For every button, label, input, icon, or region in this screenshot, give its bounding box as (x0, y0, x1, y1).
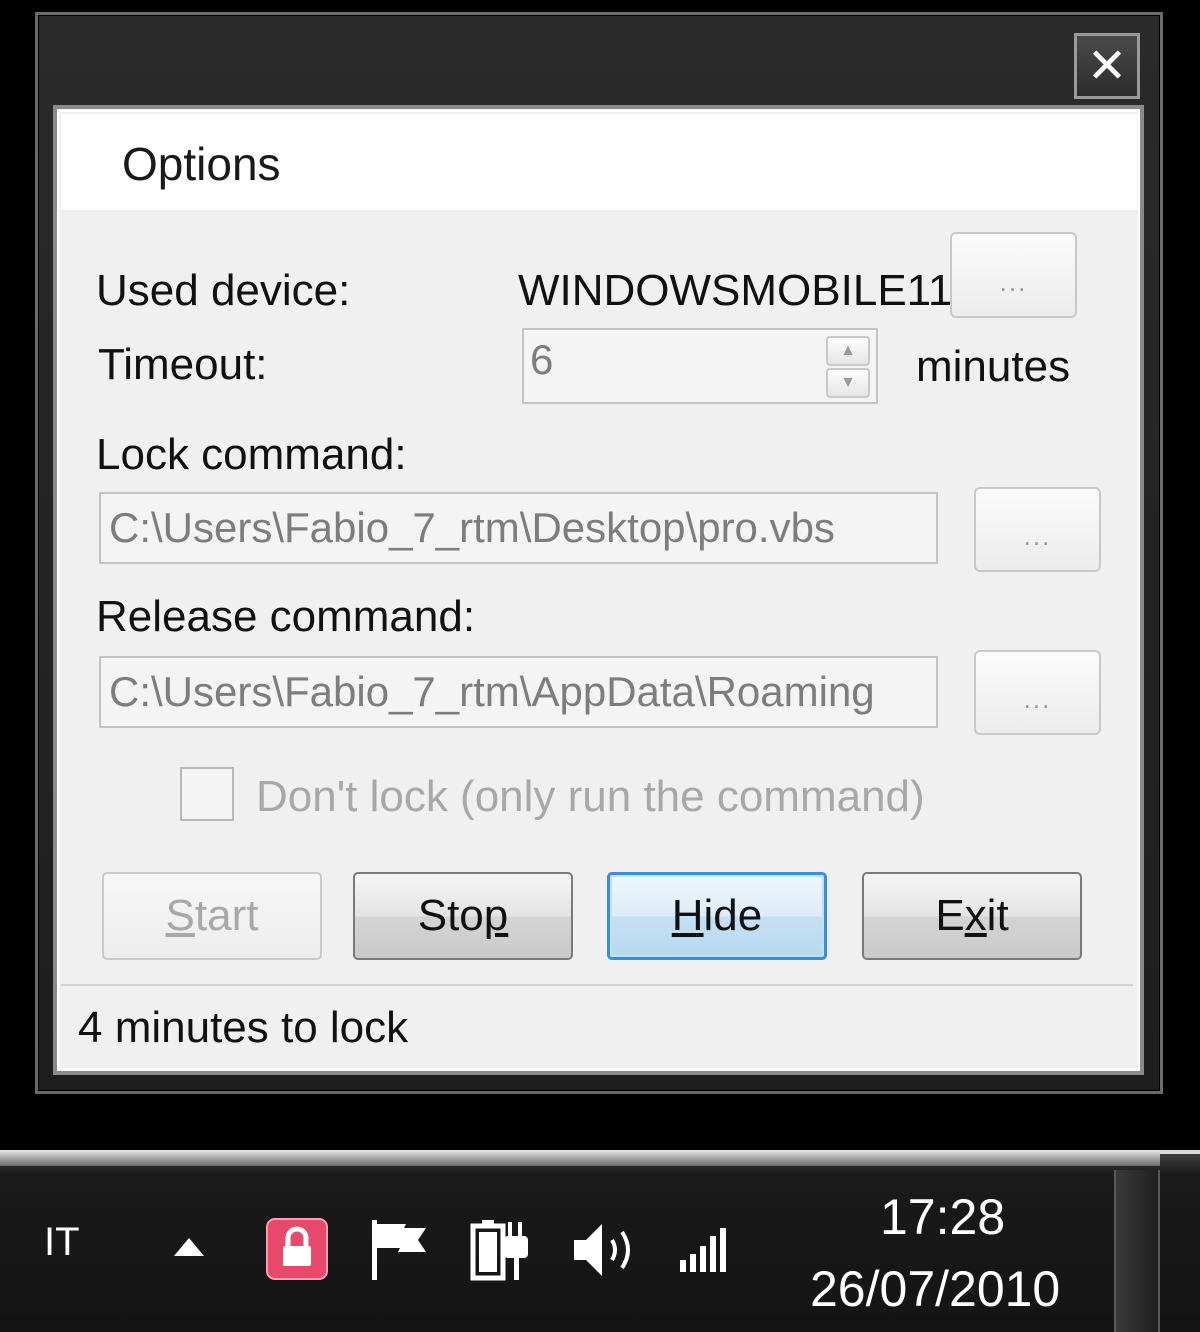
release-command-field[interactable]: C:\Users\Fabio_7_rtm\AppData\Roaming (99, 656, 938, 728)
timeout-value: 6 (530, 336, 554, 383)
power-battery-icon[interactable] (470, 1218, 532, 1287)
start-button[interactable]: Start (102, 872, 322, 960)
action-center-flag-icon[interactable] (368, 1218, 430, 1287)
close-button[interactable]: ✕ (1074, 33, 1140, 99)
clock-time[interactable]: 17:28 (880, 1188, 1005, 1246)
chevron-up-icon: ▲ (840, 342, 856, 359)
timeout-label: Timeout: (98, 340, 268, 389)
used-device-value: WINDOWSMOBILE11 (518, 266, 953, 315)
stop-button[interactable]: Stop (353, 872, 573, 960)
dont-lock-label: Don't lock (only run the command) (256, 772, 925, 821)
close-icon: ✕ (1086, 38, 1128, 94)
chevron-down-icon: ▼ (840, 374, 856, 391)
timeout-unit-label: minutes (916, 342, 1071, 391)
taskbar-top-edge (0, 1150, 1160, 1166)
exit-button-label: Exit (935, 891, 1009, 940)
page-title: Options (122, 138, 281, 190)
device-browse-button[interactable]: ... (950, 232, 1077, 318)
release-browse-button[interactable]: ... (974, 650, 1101, 735)
clock-date[interactable]: 26/07/2010 (810, 1260, 1060, 1318)
start-button-label: Start (165, 891, 259, 940)
used-device-label: Used device: (96, 266, 351, 315)
lock-command-field[interactable]: C:\Users\Fabio_7_rtm\Desktop\pro.vbs (99, 492, 938, 564)
status-text: 4 minutes to lock (78, 1003, 409, 1052)
language-indicator[interactable]: IT (44, 1220, 80, 1265)
volume-icon[interactable] (570, 1220, 636, 1285)
dont-lock-checkbox[interactable] (180, 767, 234, 821)
exit-button[interactable]: Exit (862, 872, 1082, 960)
spin-down-button[interactable]: ▼ (826, 368, 870, 398)
device-browse-label: ... (999, 267, 1028, 297)
release-command-label: Release command: (96, 592, 476, 641)
show-hidden-icons-arrow-icon[interactable] (172, 1236, 206, 1265)
timeout-stepper[interactable]: 6 ▲ ▼ (522, 328, 878, 404)
spin-up-button[interactable]: ▲ (826, 336, 870, 366)
release-browse-label: ... (1023, 684, 1052, 714)
lock-command-label: Lock command: (96, 430, 407, 479)
lock-icon[interactable] (266, 1218, 328, 1285)
lock-browse-label: ... (1023, 521, 1052, 551)
hide-button[interactable]: Hide (607, 872, 827, 960)
show-desktop-button[interactable] (1114, 1170, 1160, 1332)
lock-browse-button[interactable]: ... (974, 487, 1101, 572)
hide-button-label: Hide (671, 891, 763, 940)
signal-bars-icon[interactable] (678, 1226, 732, 1279)
stop-button-label: Stop (417, 891, 509, 940)
